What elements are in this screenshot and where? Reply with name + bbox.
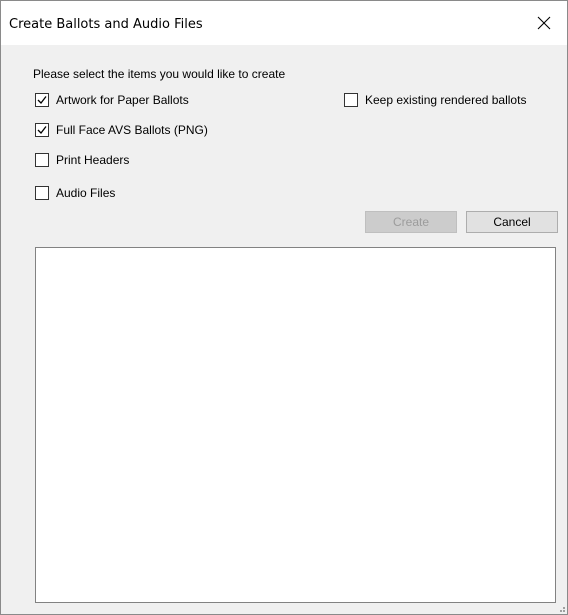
close-button[interactable] [521, 1, 567, 45]
checkbox-full-face-avs-ballots[interactable] [35, 123, 49, 137]
output-log-box[interactable] [35, 247, 556, 603]
close-icon [537, 16, 551, 30]
option-label: Full Face AVS Ballots (PNG) [56, 123, 208, 137]
checkmark-icon [37, 126, 47, 134]
dialog-content: Please select the items you would like t… [1, 45, 567, 614]
option-audio-files[interactable]: Audio Files [35, 186, 115, 200]
window-title: Create Ballots and Audio Files [9, 17, 203, 32]
option-print-headers[interactable]: Print Headers [35, 153, 129, 167]
resize-grip-icon[interactable] [556, 603, 566, 613]
instruction-text: Please select the items you would like t… [33, 67, 286, 81]
option-full-face-avs-ballots[interactable]: Full Face AVS Ballots (PNG) [35, 123, 208, 137]
option-artwork-paper-ballots[interactable]: Artwork for Paper Ballots [35, 93, 189, 107]
option-label: Audio Files [56, 186, 116, 200]
checkbox-artwork-paper-ballots[interactable] [35, 93, 49, 107]
create-button[interactable]: Create [365, 211, 457, 233]
option-keep-existing-ballots[interactable]: Keep existing rendered ballots [344, 93, 526, 107]
option-label: Artwork for Paper Ballots [56, 93, 189, 107]
checkmark-icon [37, 96, 47, 104]
option-label: Print Headers [56, 153, 130, 167]
option-label: Keep existing rendered ballots [365, 93, 527, 107]
checkbox-keep-existing-ballots[interactable] [344, 93, 358, 107]
title-bar: Create Ballots and Audio Files [1, 1, 567, 45]
checkbox-audio-files[interactable] [35, 186, 49, 200]
cancel-button[interactable]: Cancel [466, 211, 558, 233]
checkbox-print-headers[interactable] [35, 153, 49, 167]
create-ballots-dialog: Create Ballots and Audio Files Please se… [0, 0, 568, 615]
